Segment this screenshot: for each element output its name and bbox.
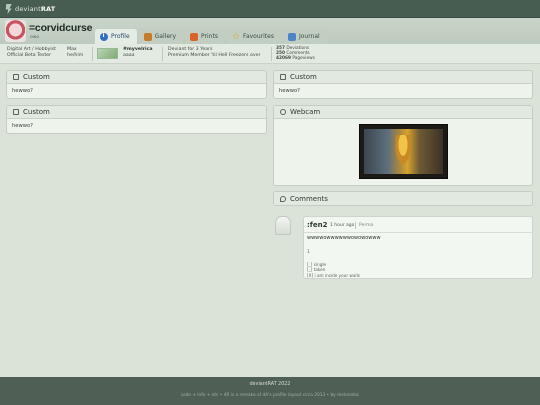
divider <box>92 47 93 61</box>
profile-header: =corvidcurse owo Profile Gallery Prints … <box>0 18 540 44</box>
custom-widget: Custom hewwo? <box>6 70 267 99</box>
profile-tabs: Profile Gallery Prints ☆Favourites Journ… <box>95 29 327 44</box>
membership-info: Deviant for 3 Years Premium Member 'til … <box>168 47 261 58</box>
tab-label: Favourites <box>243 33 274 40</box>
divider <box>304 232 534 233</box>
user-roles: Digital Art / Hobbyist Official Beta Tes… <box>7 47 56 58</box>
commenter-avatar[interactable] <box>275 216 291 235</box>
widget-header: Webcam <box>274 106 532 119</box>
custom-box-icon <box>13 74 19 80</box>
prints-icon <box>190 32 199 41</box>
comment-bubble-icon <box>280 195 286 202</box>
divider <box>271 47 272 61</box>
tab-label: Prints <box>201 33 218 40</box>
tab-favourites[interactable]: ☆ Favourites <box>226 29 281 44</box>
comment-box: :fen2 1 hour ago Perma wwwwowwwwwwowowow… <box>303 216 534 279</box>
webcam-widget: Webcam <box>273 105 533 186</box>
widget-body: hewwo? <box>12 88 33 94</box>
comment-text: wwwwowwwwwwowowowww <box>307 235 381 241</box>
widget-header: Comments <box>274 192 532 205</box>
divider <box>162 47 163 61</box>
widget-header: Custom <box>7 106 266 119</box>
journal-icon <box>287 32 296 41</box>
tab-journal[interactable]: Journal <box>282 29 327 44</box>
profile-info-bar: Digital Art / Hobbyist Official Beta Tes… <box>0 44 540 64</box>
widget-body: hewwo? <box>12 123 33 129</box>
comments-widget: Comments <box>273 191 533 206</box>
comment-options: [_] single [_] taken [X] i am inside you… <box>307 262 360 278</box>
custom-box-icon <box>280 74 286 80</box>
badge-info: #myvelrica aaaa <box>123 47 153 58</box>
logo-text: deviantRAT <box>15 5 56 13</box>
username[interactable]: =corvidcurse <box>29 22 92 34</box>
badge-image[interactable] <box>97 48 118 59</box>
star-icon: ☆ <box>231 31 241 42</box>
comment-permalink[interactable]: Perma <box>359 223 373 228</box>
tab-label: Profile <box>111 33 130 40</box>
webcam-icon <box>280 109 286 115</box>
custom-widget: Custom hewwo? <box>273 70 533 99</box>
tab-profile[interactable]: Profile <box>95 29 137 44</box>
widget-header: Custom <box>7 71 266 84</box>
comment-time[interactable]: 1 hour ago <box>330 223 354 228</box>
comment-author[interactable]: :fen2 <box>307 221 327 229</box>
user-name-pronouns: Max he/him <box>67 47 84 58</box>
widget-body: hewwo? <box>279 88 300 94</box>
site-logo[interactable]: deviantRAT <box>5 3 55 15</box>
top-bar: deviantRAT <box>0 0 540 18</box>
footer-title: deviantRAT 2022 <box>249 382 291 387</box>
footer: deviantRAT 2022 code + info + etc • dR i… <box>0 377 540 405</box>
comment-item: :fen2 1 hour ago Perma wwwwowwwwwwowowow… <box>273 213 534 279</box>
webcam-figure <box>394 135 412 167</box>
tab-label: Journal <box>298 33 320 40</box>
logo-icon <box>5 4 12 14</box>
footer-links[interactable]: code + info + etc • dR is a remake of dA… <box>0 393 540 398</box>
tab-prints[interactable]: Prints <box>185 29 225 44</box>
custom-box-icon <box>13 109 19 115</box>
user-tagline: owo <box>30 35 40 40</box>
stat-pageviews: 42069 Pageviews <box>276 56 315 61</box>
comment-number: 1 <box>307 250 310 255</box>
gallery-icon <box>143 32 152 41</box>
avatar[interactable] <box>5 20 26 42</box>
profile-stats: 357 Deviations 250 Comments 42069 Pagevi… <box>276 46 315 61</box>
custom-widget: Custom hewwo? <box>6 105 267 134</box>
info-icon <box>100 32 108 41</box>
tab-label: Gallery <box>154 33 177 40</box>
tab-gallery[interactable]: Gallery <box>138 29 184 44</box>
webcam-image[interactable] <box>359 124 448 179</box>
option-walls: [X] i am inside your walls <box>307 272 360 278</box>
widget-header: Custom <box>274 71 532 84</box>
divider <box>355 222 356 229</box>
